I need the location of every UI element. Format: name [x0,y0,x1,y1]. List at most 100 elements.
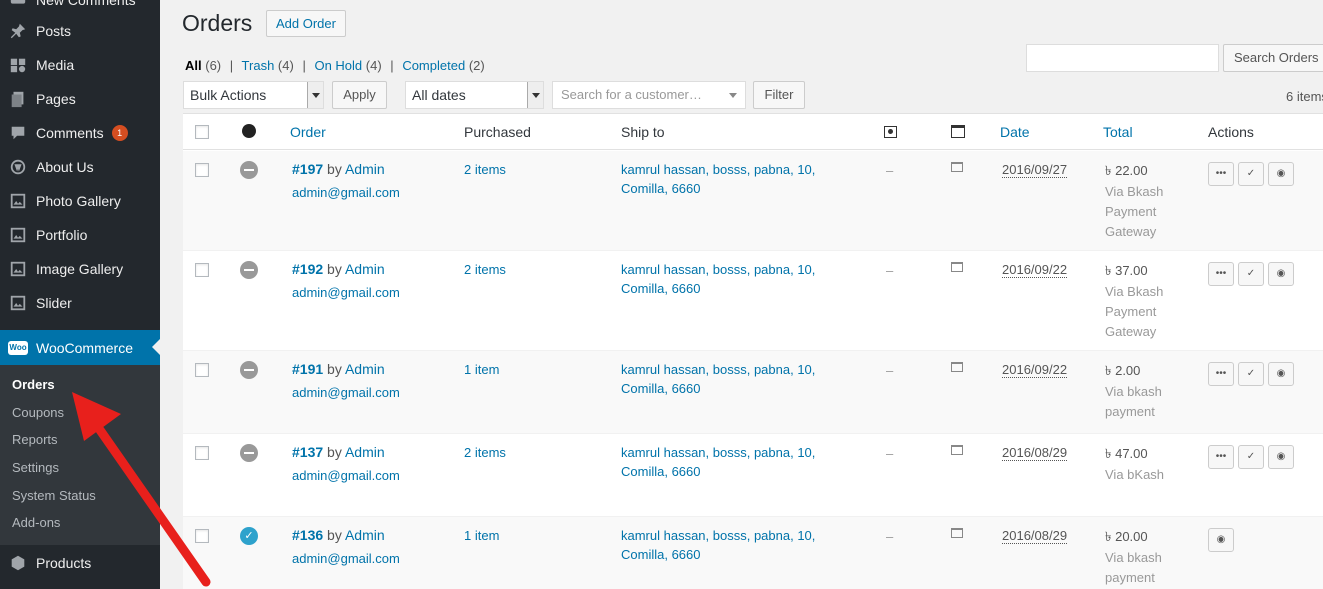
processing-action-button[interactable]: ••• [1208,262,1234,286]
row-checkbox[interactable] [195,529,209,543]
gallery-icon [0,294,36,312]
apply-button[interactable]: Apply [332,81,387,109]
customer-email[interactable]: admin@gmail.com [292,468,400,483]
table-row[interactable]: #191 by Admin admin@gmail.com 1 item kam… [183,351,1323,434]
products-icon [0,554,36,572]
status-filter-links: All (6) | Trash (4) | On Hold (4) | Comp… [185,58,485,73]
sidebar-item-image-gallery[interactable]: Image Gallery [0,252,160,286]
filter-on-hold[interactable]: On Hold [314,58,362,73]
table-row[interactable]: #137 by Admin admin@gmail.com 2 items ka… [183,434,1323,517]
table-row[interactable]: #197 by Admin admin@gmail.com 2 items ka… [183,151,1323,251]
column-order[interactable]: Order [290,124,326,140]
payment-method: Via Bkash Payment Gateway [1105,184,1164,239]
purchased-items-link[interactable]: 1 item [464,528,499,543]
submenu-settings[interactable]: Settings [12,460,59,475]
complete-action-button[interactable]: ✓ [1238,362,1264,386]
view-action-button[interactable]: ◉ [1268,262,1294,286]
complete-action-button[interactable]: ✓ [1238,262,1264,286]
add-order-button[interactable]: Add Order [266,10,346,37]
order-number-link[interactable]: #197 [292,161,323,177]
column-ship-to: Ship to [621,124,665,140]
sidebar-item-posts[interactable]: Posts [0,14,160,48]
sidebar-item-slider[interactable]: Slider [0,286,160,320]
complete-action-button[interactable]: ✓ [1238,162,1264,186]
customer-link[interactable]: Admin [345,261,385,277]
column-total[interactable]: Total [1103,124,1133,140]
submenu-add-ons[interactable]: Add-ons [12,515,60,530]
dates-select[interactable]: All dates [405,81,544,109]
row-checkbox[interactable] [195,263,209,277]
submenu-coupons[interactable]: Coupons [12,405,64,420]
purchased-items-link[interactable]: 2 items [464,445,506,460]
gallery-icon [0,192,36,210]
status-column-icon [242,124,256,138]
order-total: ৳ 20.00 [1105,529,1148,544]
on-hold-status-icon [240,161,258,179]
shipping-address[interactable]: kamrul hassan, bosss, pabna, 10, Comilla,… [621,443,851,481]
customer-email[interactable]: admin@gmail.com [292,285,400,300]
purchased-items-link[interactable]: 2 items [464,162,506,177]
filter-trash[interactable]: Trash [242,58,275,73]
bulk-actions-select[interactable]: Bulk Actions [183,81,324,109]
complete-action-button[interactable]: ✓ [1238,445,1264,469]
order-number-link[interactable]: #137 [292,444,323,460]
sidebar-item-photo-gallery[interactable]: Photo Gallery [0,184,160,218]
customer-link[interactable]: Admin [345,444,385,460]
purchased-items-link[interactable]: 1 item [464,362,499,377]
table-row[interactable]: #192 by Admin admin@gmail.com 2 items ka… [183,251,1323,351]
order-notes-column-icon [951,125,965,138]
sidebar-item-woocommerce[interactable]: Woo WooCommerce [0,330,160,365]
shipping-address[interactable]: kamrul hassan, bosss, pabna, 10, Comilla,… [621,360,851,398]
order-number-link[interactable]: #191 [292,361,323,377]
submenu-system-status[interactable]: System Status [12,488,96,503]
view-action-button[interactable]: ◉ [1268,445,1294,469]
customer-link[interactable]: Admin [345,361,385,377]
customer-email[interactable]: admin@gmail.com [292,185,400,200]
page-title: Orders [182,10,253,36]
processing-action-button[interactable]: ••• [1208,445,1234,469]
view-action-button[interactable]: ◉ [1268,162,1294,186]
search-orders-input[interactable] [1026,44,1219,72]
view-action-button[interactable]: ◉ [1208,528,1234,552]
order-note-icon [951,362,963,372]
order-note-icon [951,162,963,172]
order-number-link[interactable]: #136 [292,527,323,543]
order-date: 2016/09/27 [1002,162,1068,178]
submenu-orders[interactable]: Orders [12,377,55,392]
sidebar-item-media[interactable]: Media [0,48,160,82]
customer-link[interactable]: Admin [345,527,385,543]
processing-action-button[interactable]: ••• [1208,362,1234,386]
select-all-checkbox[interactable] [195,125,209,139]
completed-status-icon: ✓ [240,527,258,545]
filter-completed[interactable]: Completed [402,58,465,73]
customer-link[interactable]: Admin [345,161,385,177]
order-total: ৳ 22.00 [1105,163,1148,178]
row-checkbox[interactable] [195,363,209,377]
search-orders-button[interactable]: Search Orders [1223,44,1323,72]
view-action-button[interactable]: ◉ [1268,362,1294,386]
column-purchased: Purchased [464,124,531,140]
row-checkbox[interactable] [195,163,209,177]
filter-button[interactable]: Filter [753,81,805,109]
sidebar-item-portfolio[interactable]: Portfolio [0,218,160,252]
column-date[interactable]: Date [1000,124,1030,140]
customer-email[interactable]: admin@gmail.com [292,551,400,566]
sidebar-item-pages[interactable]: Pages [0,82,160,116]
customer-email[interactable]: admin@gmail.com [292,385,400,400]
table-row[interactable]: ✓ #136 by Admin admin@gmail.com 1 item k… [183,517,1323,589]
filter-all[interactable]: All [185,58,202,73]
customer-search-select[interactable]: Search for a customer… [552,81,746,109]
processing-action-button[interactable]: ••• [1208,162,1234,186]
shipping-address[interactable]: kamrul hassan, bosss, pabna, 10, Comilla,… [621,160,851,198]
shipping-address[interactable]: kamrul hassan, bosss, pabna, 10, Comilla,… [621,260,851,298]
sidebar-item-products[interactable]: Products [0,546,160,580]
sidebar-item-about-us[interactable]: About Us [0,150,160,184]
submenu-reports[interactable]: Reports [12,432,58,447]
sidebar-item-comments[interactable]: Comments 1 [0,116,160,150]
payment-method: Via bkash payment [1105,550,1162,585]
shipping-address[interactable]: kamrul hassan, bosss, pabna, 10, Comilla,… [621,526,851,564]
row-checkbox[interactable] [195,446,209,460]
purchased-items-link[interactable]: 2 items [464,262,506,277]
order-number-link[interactable]: #192 [292,261,323,277]
wordpress-icon [0,158,36,176]
